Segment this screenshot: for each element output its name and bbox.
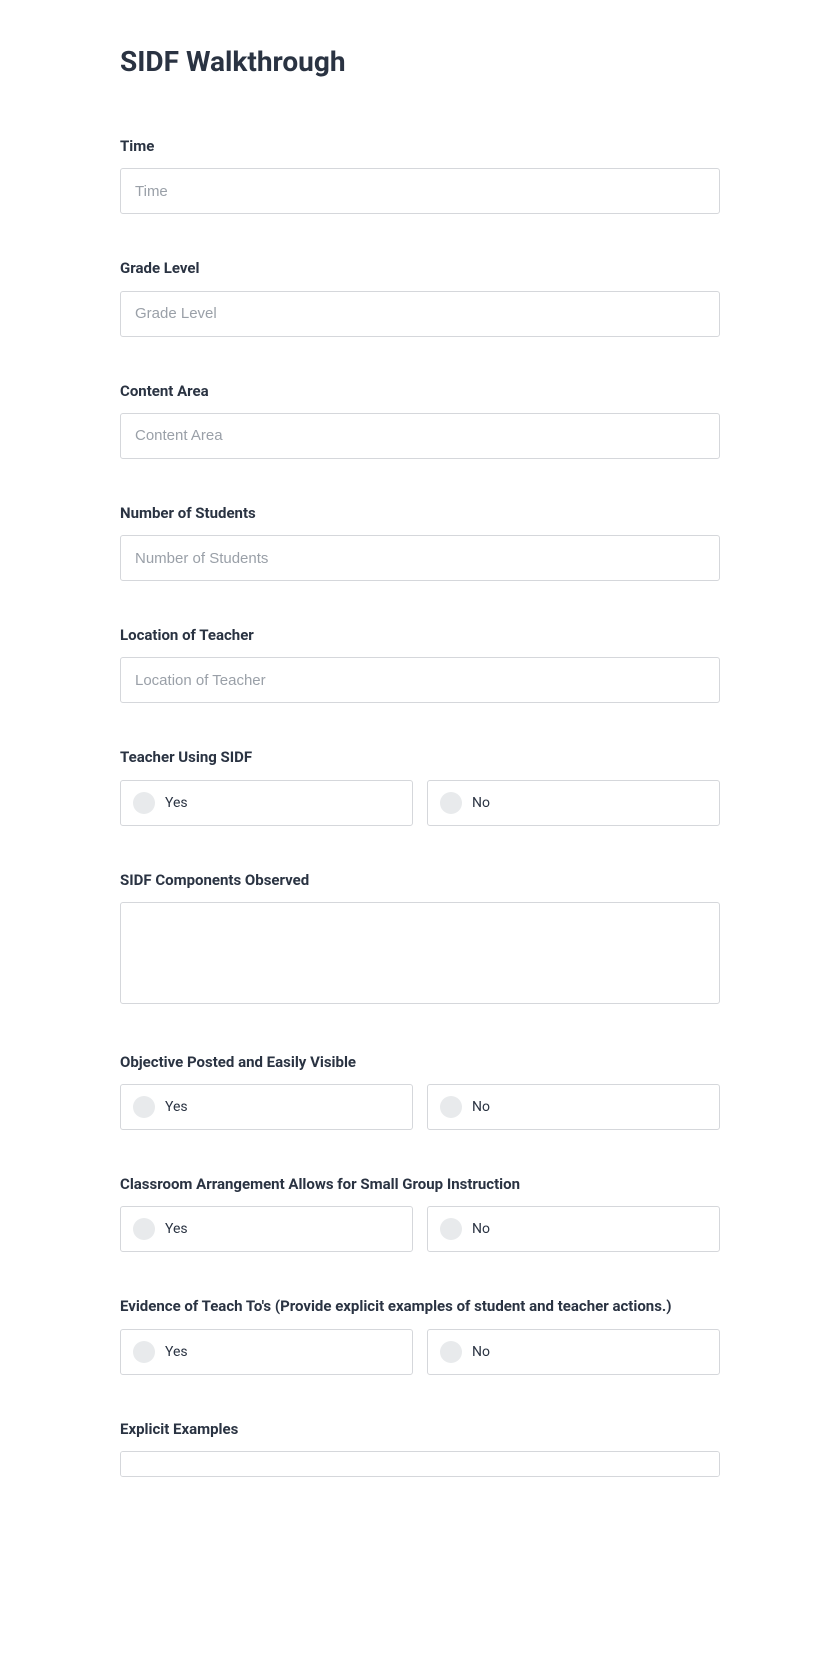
input-time[interactable] [120,168,720,214]
label-teacher-using-sidf: Teacher Using SIDF [120,747,720,767]
field-content-area: Content Area [120,381,720,459]
radio-circle-icon [440,1218,462,1240]
label-content-area: Content Area [120,381,720,401]
input-grade-level[interactable] [120,291,720,337]
radio-label-yes: Yes [165,795,188,811]
field-classroom-arrangement: Classroom Arrangement Allows for Small G… [120,1174,720,1252]
page-title: SIDF Walkthrough [120,45,720,78]
label-objective-posted: Objective Posted and Easily Visible [120,1052,720,1072]
input-location-of-teacher[interactable] [120,657,720,703]
radio-row-teacher-using-sidf: Yes No [120,780,720,826]
label-number-of-students: Number of Students [120,503,720,523]
radio-label-no: No [472,795,490,811]
radio-teacher-sidf-yes[interactable]: Yes [120,780,413,826]
label-location-of-teacher: Location of Teacher [120,625,720,645]
field-objective-posted: Objective Posted and Easily Visible Yes … [120,1052,720,1130]
radio-row-evidence-teach-tos: Yes No [120,1329,720,1375]
input-content-area[interactable] [120,413,720,459]
radio-label-no: No [472,1344,490,1360]
textarea-sidf-components[interactable] [120,902,720,1004]
radio-label-yes: Yes [165,1221,188,1237]
input-number-of-students[interactable] [120,535,720,581]
radio-teacher-sidf-no[interactable]: No [427,780,720,826]
radio-label-no: No [472,1221,490,1237]
field-time: Time [120,136,720,214]
radio-label-no: No [472,1099,490,1115]
radio-objective-yes[interactable]: Yes [120,1084,413,1130]
label-sidf-components: SIDF Components Observed [120,870,720,890]
radio-circle-icon [440,792,462,814]
radio-circle-icon [133,1341,155,1363]
radio-row-objective-posted: Yes No [120,1084,720,1130]
radio-circle-icon [440,1341,462,1363]
field-evidence-teach-tos: Evidence of Teach To's (Provide explicit… [120,1296,720,1374]
field-number-of-students: Number of Students [120,503,720,581]
radio-evidence-no[interactable]: No [427,1329,720,1375]
radio-row-classroom-arrangement: Yes No [120,1206,720,1252]
radio-evidence-yes[interactable]: Yes [120,1329,413,1375]
radio-label-yes: Yes [165,1099,188,1115]
field-sidf-components: SIDF Components Observed [120,870,720,1008]
field-grade-level: Grade Level [120,258,720,336]
field-location-of-teacher: Location of Teacher [120,625,720,703]
field-teacher-using-sidf: Teacher Using SIDF Yes No [120,747,720,825]
radio-classroom-no[interactable]: No [427,1206,720,1252]
radio-label-yes: Yes [165,1344,188,1360]
label-grade-level: Grade Level [120,258,720,278]
radio-circle-icon [133,1218,155,1240]
field-explicit-examples: Explicit Examples [120,1419,720,1481]
label-time: Time [120,136,720,156]
radio-classroom-yes[interactable]: Yes [120,1206,413,1252]
radio-circle-icon [133,1096,155,1118]
label-explicit-examples: Explicit Examples [120,1419,720,1439]
textarea-explicit-examples[interactable] [120,1451,720,1477]
label-evidence-teach-tos: Evidence of Teach To's (Provide explicit… [120,1296,720,1316]
radio-circle-icon [133,792,155,814]
radio-circle-icon [440,1096,462,1118]
label-classroom-arrangement: Classroom Arrangement Allows for Small G… [120,1174,720,1194]
radio-objective-no[interactable]: No [427,1084,720,1130]
